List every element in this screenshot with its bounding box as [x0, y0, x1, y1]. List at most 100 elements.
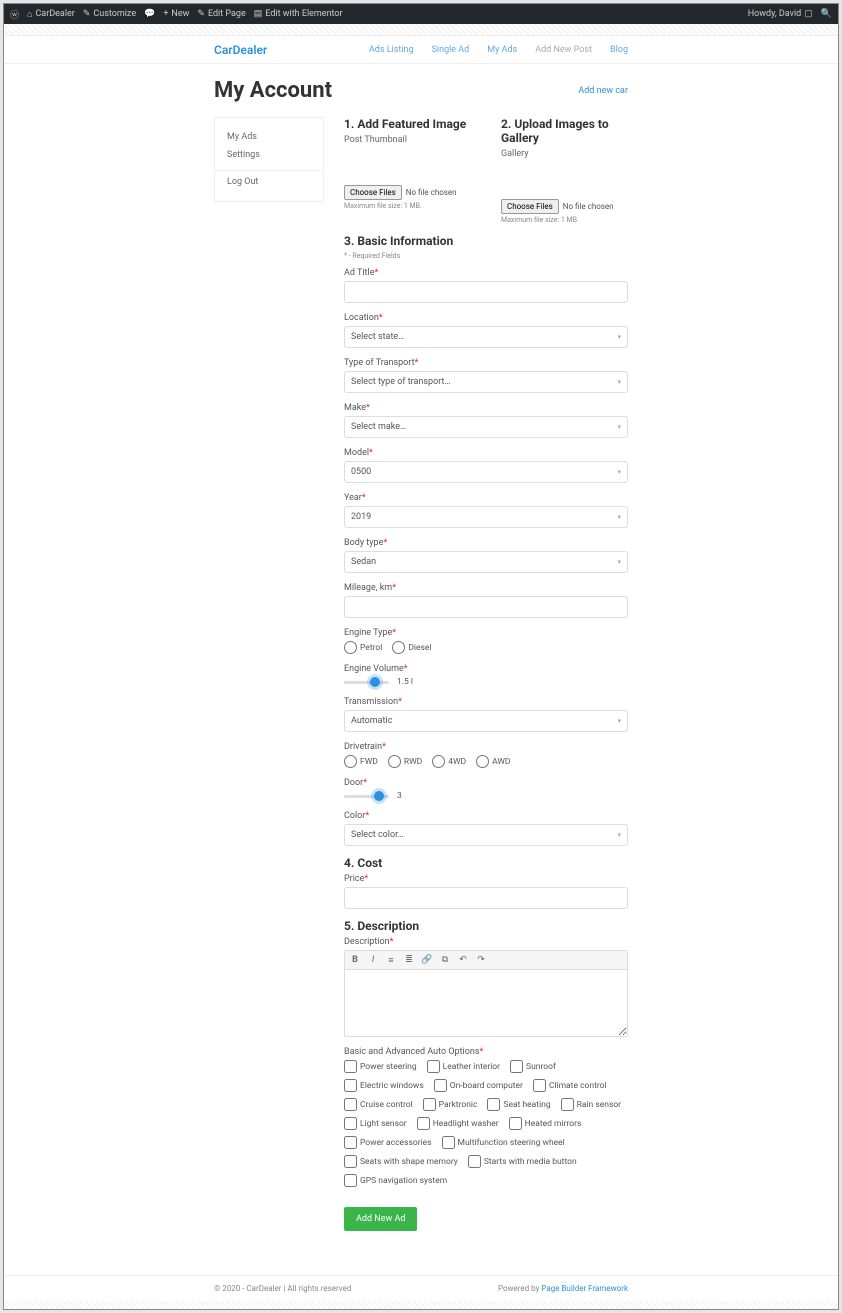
- option-check[interactable]: Climate control: [533, 1079, 607, 1092]
- footer-powered: Powered by Page Builder Framework: [498, 1284, 628, 1293]
- undo-icon[interactable]: ↶: [457, 954, 469, 966]
- chevron-down-icon: ▾: [617, 423, 621, 431]
- option-check[interactable]: Heated mirrors: [509, 1117, 582, 1130]
- home-icon: ⌂: [27, 9, 32, 20]
- nav-my-ads[interactable]: My Ads: [487, 45, 517, 55]
- featured-file-status: No file chosen: [406, 188, 457, 197]
- chevron-down-icon: ▾: [617, 513, 621, 521]
- section-gallery-title: 2. Upload Images to Gallery: [501, 117, 628, 145]
- ol-icon[interactable]: ≣: [403, 954, 415, 966]
- code-icon[interactable]: ⧉: [439, 954, 451, 966]
- option-check[interactable]: Light sensor: [344, 1117, 407, 1130]
- option-check[interactable]: Electric windows: [344, 1079, 424, 1092]
- account-sidebar: My Ads Settings Log Out: [214, 117, 324, 202]
- engine-petrol[interactable]: Petrol: [344, 641, 382, 654]
- ad-title-input[interactable]: [344, 281, 628, 303]
- options-checks: Power steering Leather interior Sunroof Ele…: [344, 1060, 628, 1187]
- comments-link[interactable]: 💬: [144, 9, 155, 19]
- option-check[interactable]: Power accessories: [344, 1136, 432, 1149]
- new-link[interactable]: +New: [163, 9, 189, 19]
- avatar-icon: ▢: [804, 9, 813, 19]
- gallery-hint: Maximum file size: 1 MB.: [501, 216, 628, 224]
- nav-ads-listing[interactable]: Ads Listing: [369, 45, 414, 55]
- redo-icon[interactable]: ↷: [475, 954, 487, 966]
- description-label: Description*: [344, 937, 628, 947]
- door-slider[interactable]: [344, 795, 389, 798]
- dt-fwd[interactable]: FWD: [344, 755, 378, 768]
- top-stripe: [4, 24, 838, 36]
- price-label: Price*: [344, 874, 628, 884]
- engine-type-label: Engine Type*: [344, 628, 628, 638]
- model-select[interactable]: 0500▾: [344, 461, 628, 483]
- dt-rwd[interactable]: RWD: [388, 755, 422, 768]
- main-nav: Ads Listing Single Ad My Ads Add New Pos…: [369, 45, 628, 55]
- engine-diesel[interactable]: Diesel: [392, 641, 431, 654]
- chevron-down-icon: ▾: [617, 831, 621, 839]
- option-check[interactable]: Sunroof: [510, 1060, 556, 1073]
- nav-add-new-post[interactable]: Add New Post: [535, 45, 592, 55]
- sidebar-logout[interactable]: Log Out: [215, 170, 323, 191]
- option-check[interactable]: GPS navigation system: [344, 1174, 447, 1187]
- chevron-down-icon: ▾: [617, 468, 621, 476]
- footer-link[interactable]: Page Builder Framework: [541, 1284, 628, 1293]
- featured-choose-button[interactable]: Choose Files: [344, 185, 402, 200]
- mileage-label: Mileage, km*: [344, 583, 628, 593]
- option-check[interactable]: Multifunction steering wheel: [442, 1136, 565, 1149]
- engine-vol-value: 1.5 l: [397, 677, 413, 687]
- add-new-car-link[interactable]: Add new car: [578, 86, 628, 96]
- italic-icon[interactable]: I: [367, 954, 379, 966]
- option-check[interactable]: Headlight washer: [417, 1117, 499, 1130]
- option-check[interactable]: Parktronic: [423, 1098, 478, 1111]
- wp-logo-icon[interactable]: ⓦ: [10, 8, 19, 21]
- option-check[interactable]: Power steering: [344, 1060, 417, 1073]
- chevron-down-icon: ▾: [617, 333, 621, 341]
- link-icon[interactable]: 🔗: [421, 954, 433, 966]
- wp-admin-bar: ⓦ ⌂CarDealer ✎Customize 💬 +New ✎Edit Pag…: [4, 4, 838, 24]
- brand-logo[interactable]: CarDealer: [214, 43, 267, 57]
- comment-icon: 💬: [144, 9, 155, 19]
- color-select[interactable]: Select color…▾: [344, 824, 628, 846]
- submit-button[interactable]: Add New Ad: [344, 1207, 417, 1231]
- price-input[interactable]: [344, 887, 628, 909]
- location-label: Location*: [344, 313, 628, 323]
- body-select[interactable]: Sedan▾: [344, 551, 628, 573]
- site-header: CarDealer Ads Listing Single Ad My Ads A…: [4, 36, 838, 64]
- edit-elementor-link[interactable]: ▤Edit with Elementor: [254, 9, 343, 19]
- chevron-down-icon: ▾: [617, 558, 621, 566]
- nav-single-ad[interactable]: Single Ad: [432, 45, 470, 55]
- slider-thumb[interactable]: [374, 791, 384, 801]
- ul-icon[interactable]: ≡: [385, 954, 397, 966]
- make-select[interactable]: Select make…▾: [344, 416, 628, 438]
- section-basic-title: 3. Basic Information: [344, 234, 628, 248]
- dt-4wd[interactable]: 4WD: [432, 755, 466, 768]
- dt-awd[interactable]: AWD: [476, 755, 510, 768]
- option-check[interactable]: Cruise control: [344, 1098, 413, 1111]
- engine-vol-slider[interactable]: [344, 681, 389, 684]
- editor-body[interactable]: [345, 970, 627, 1036]
- option-check[interactable]: Seat heating: [487, 1098, 550, 1111]
- search-icon[interactable]: 🔍: [821, 9, 832, 19]
- sidebar-my-ads[interactable]: My Ads: [215, 128, 323, 146]
- user-greeting[interactable]: Howdy, David ▢: [748, 9, 813, 19]
- option-check[interactable]: Seats with shape memory: [344, 1155, 458, 1168]
- gallery-file-status: No file chosen: [563, 202, 614, 211]
- option-check[interactable]: Starts with media button: [468, 1155, 577, 1168]
- edit-page-link[interactable]: ✎Edit Page: [197, 9, 245, 19]
- nav-blog[interactable]: Blog: [610, 45, 628, 55]
- option-check[interactable]: Leather interior: [427, 1060, 500, 1073]
- gallery-choose-button[interactable]: Choose Files: [501, 199, 559, 214]
- sidebar-settings[interactable]: Settings: [215, 146, 323, 164]
- transmission-select[interactable]: Automatic▾: [344, 710, 628, 732]
- location-select[interactable]: Select state…▾: [344, 326, 628, 348]
- pencil-icon: ✎: [197, 9, 205, 19]
- slider-thumb[interactable]: [370, 677, 380, 687]
- mileage-input[interactable]: [344, 596, 628, 618]
- year-label: Year*: [344, 493, 628, 503]
- year-select[interactable]: 2019▾: [344, 506, 628, 528]
- transport-select[interactable]: Select type of transport…▾: [344, 371, 628, 393]
- site-name[interactable]: ⌂CarDealer: [27, 9, 75, 20]
- bold-icon[interactable]: B: [349, 954, 361, 966]
- customize-link[interactable]: ✎Customize: [83, 9, 136, 19]
- option-check[interactable]: Rain sensor: [561, 1098, 621, 1111]
- option-check[interactable]: On-board computer: [434, 1079, 523, 1092]
